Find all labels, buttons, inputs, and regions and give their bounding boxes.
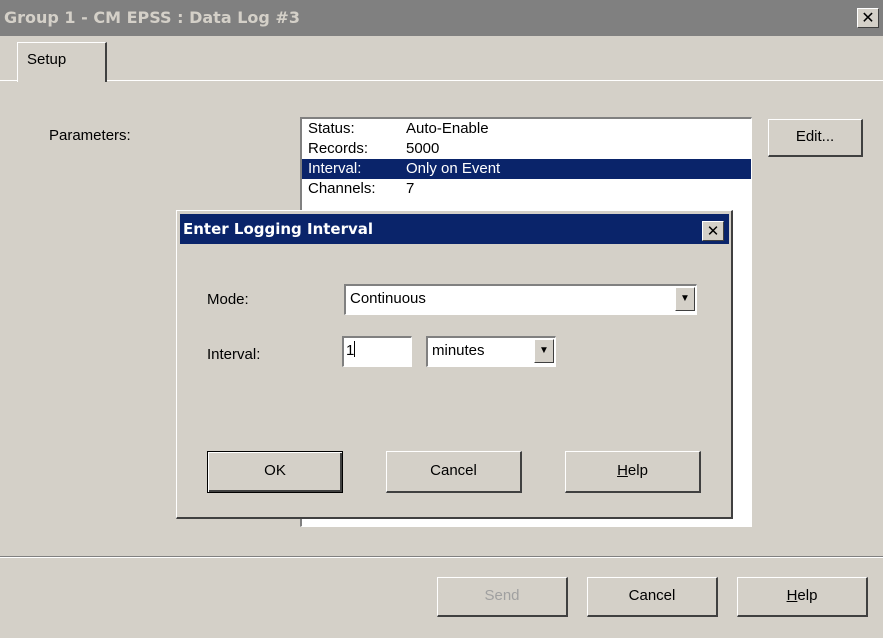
cancel-button-label: Cancel xyxy=(628,587,676,604)
list-item-key: Interval: xyxy=(308,160,362,177)
dialog-help-button-label: elp xyxy=(627,462,648,479)
help-mnemonic: H xyxy=(786,587,798,604)
interval-unit-value: minutes xyxy=(432,342,485,359)
list-item[interactable]: Channels: 7 xyxy=(302,179,751,199)
dialog-title: Enter Logging Interval xyxy=(183,220,374,238)
tab-setup-label: Setup xyxy=(27,51,67,68)
interval-input[interactable]: 1 xyxy=(342,336,412,367)
interval-unit-select[interactable]: minutes ▼ xyxy=(426,336,556,367)
parameters-label: Parameters: xyxy=(49,127,131,144)
logging-interval-dialog: Enter Logging Interval ✕ Mode: Continuou… xyxy=(176,210,733,519)
close-icon: ✕ xyxy=(706,222,720,240)
help-button-label: elp xyxy=(797,587,818,604)
dialog-close-button[interactable]: ✕ xyxy=(702,221,724,241)
tab-setup[interactable]: Setup xyxy=(17,42,107,82)
chevron-down-icon[interactable]: ▼ xyxy=(534,339,554,363)
interval-label: Interval: xyxy=(207,346,261,363)
list-item-key: Channels: xyxy=(308,180,376,197)
tab-panel-border xyxy=(0,80,883,82)
dialog-help-mnemonic: H xyxy=(617,462,628,479)
send-button[interactable]: Send xyxy=(437,577,568,617)
list-item-key: Status: xyxy=(308,120,355,137)
window-titlebar: Group 1 - CM EPSS : Data Log #3 ✕ xyxy=(0,0,883,36)
window-close-button[interactable]: ✕ xyxy=(857,8,879,28)
dialog-titlebar: Enter Logging Interval ✕ xyxy=(180,214,729,244)
list-item-value: Only on Event xyxy=(406,160,501,177)
dialog-cancel-button[interactable]: Cancel xyxy=(386,451,522,493)
data-log-window: Group 1 - CM EPSS : Data Log #3 ✕ Setup … xyxy=(0,0,883,638)
mode-select-value: Continuous xyxy=(350,290,426,307)
help-button[interactable]: Help xyxy=(737,577,868,617)
list-item-key: Records: xyxy=(308,140,369,157)
edit-button[interactable]: Edit... xyxy=(768,119,863,157)
close-icon: ✕ xyxy=(861,8,875,27)
list-item-selected[interactable]: Interval: Only on Event xyxy=(302,159,751,179)
ok-button-label: OK xyxy=(264,462,286,479)
window-title: Group 1 - CM EPSS : Data Log #3 xyxy=(4,8,300,27)
footer-divider xyxy=(0,556,883,558)
list-item[interactable]: Records: 5000 xyxy=(302,139,751,159)
ok-button[interactable]: OK xyxy=(207,451,343,493)
list-item-value: 5000 xyxy=(406,140,440,157)
list-item[interactable]: Status: Auto-Enable xyxy=(302,119,751,139)
chevron-down-icon[interactable]: ▼ xyxy=(675,287,695,311)
edit-button-label: Edit... xyxy=(795,128,835,145)
send-button-label: Send xyxy=(484,587,520,604)
text-caret xyxy=(354,341,356,357)
dialog-cancel-button-label: Cancel xyxy=(430,462,477,479)
list-item-value: Auto-Enable xyxy=(406,120,489,137)
interval-input-value: 1 xyxy=(346,342,355,359)
dialog-help-button[interactable]: Help xyxy=(565,451,701,493)
cancel-button[interactable]: Cancel xyxy=(587,577,718,617)
mode-select[interactable]: Continuous ▼ xyxy=(344,284,697,315)
list-item-value: 7 xyxy=(406,180,415,197)
mode-label: Mode: xyxy=(207,291,249,308)
